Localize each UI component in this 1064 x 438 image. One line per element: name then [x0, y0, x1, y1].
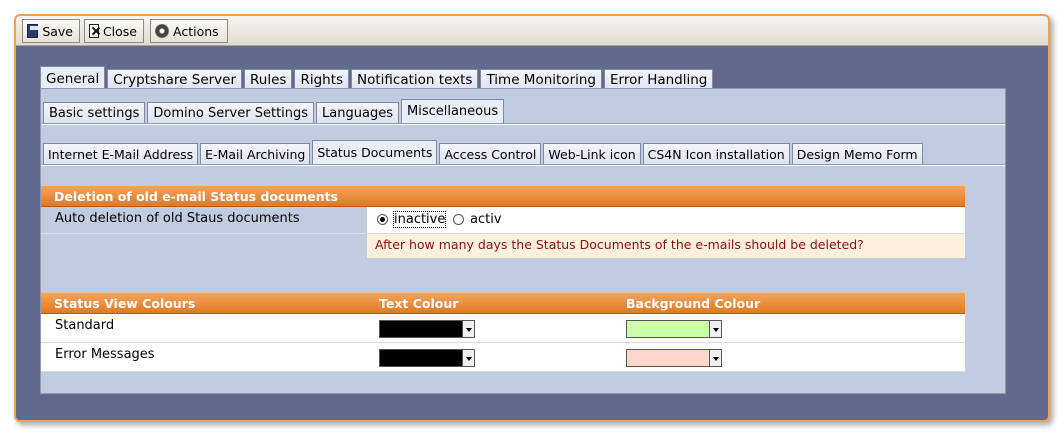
misc-tab-divider	[41, 164, 1005, 166]
deletion-info-text: After how many days the Status Documents…	[367, 234, 965, 258]
radio-activ-label: activ	[470, 212, 502, 227]
bg-colour-select-standard[interactable]	[626, 320, 722, 338]
toolbar: Save Close Actions	[16, 16, 1048, 46]
colour-row-label: Standard	[55, 318, 115, 333]
tab-time-monitoring[interactable]: Time Monitoring	[480, 69, 602, 90]
save-icon	[27, 24, 39, 38]
colour-swatch	[380, 350, 462, 366]
colours-section: Status View Colours Text Colour Backgrou…	[41, 292, 965, 372]
general-panel: Basic settings Domino Server Settings La…	[40, 88, 1006, 394]
misc-tabs: Internet E-Mail Address E-Mail Archiving…	[43, 140, 925, 164]
tab-access-control[interactable]: Access Control	[439, 143, 542, 164]
actions-label: Actions	[173, 23, 219, 39]
radio-inactive-label: inactive	[392, 211, 447, 228]
deletion-info-row: After how many days the Status Documents…	[41, 234, 965, 258]
save-label: Save	[42, 23, 73, 39]
tab-general[interactable]: General	[40, 66, 106, 90]
save-button[interactable]: Save	[22, 19, 80, 43]
close-button[interactable]: Close	[84, 19, 144, 43]
colours-header-col2: Text Colour	[379, 296, 459, 311]
tab-basic-settings[interactable]: Basic settings	[43, 102, 146, 123]
tab-web-link-icon[interactable]: Web-Link icon	[543, 143, 641, 164]
tab-notification-texts[interactable]: Notification texts	[351, 69, 479, 90]
tab-miscellaneous[interactable]: Miscellaneous	[400, 99, 505, 123]
tab-error-handling[interactable]: Error Handling	[604, 69, 714, 90]
tab-languages[interactable]: Languages	[316, 102, 399, 123]
radio-inactive[interactable]: inactive	[377, 211, 447, 228]
close-icon	[89, 24, 99, 38]
tab-cs4n-icon-installation[interactable]: CS4N Icon installation	[642, 143, 790, 164]
chevron-down-icon[interactable]	[462, 321, 474, 337]
auto-deletion-label: Auto deletion of old Staus documents	[55, 211, 300, 226]
auto-deletion-row: Auto deletion of old Staus documents ina…	[41, 207, 965, 234]
sub-tabs: Basic settings Domino Server Settings La…	[43, 99, 506, 123]
colour-swatch	[627, 321, 709, 337]
subtab-divider	[41, 123, 1005, 125]
chevron-down-icon[interactable]	[709, 350, 721, 366]
gear-icon	[155, 24, 169, 38]
tab-internet-email-address[interactable]: Internet E-Mail Address	[43, 143, 199, 164]
actions-button[interactable]: Actions	[150, 19, 228, 43]
colour-row-standard: Standard	[41, 314, 965, 343]
colours-header: Status View Colours Text Colour Backgrou…	[41, 292, 965, 314]
text-colour-select-standard[interactable]	[379, 320, 475, 338]
tab-domino-server-settings[interactable]: Domino Server Settings	[147, 102, 315, 123]
main-tabs: General Cryptshare Server Rules Rights N…	[40, 66, 715, 90]
tab-design-memo-form[interactable]: Design Memo Form	[791, 143, 923, 164]
colour-row-label: Error Messages	[55, 347, 155, 362]
colours-header-col1: Status View Colours	[54, 296, 196, 311]
close-label: Close	[102, 23, 137, 39]
chevron-down-icon[interactable]	[462, 350, 474, 366]
colours-header-col3: Background Colour	[626, 296, 761, 311]
chevron-down-icon[interactable]	[709, 321, 721, 337]
colour-swatch	[380, 321, 462, 337]
radio-activ[interactable]: activ	[453, 212, 502, 227]
text-colour-select-error[interactable]	[379, 349, 475, 367]
tab-rights[interactable]: Rights	[294, 69, 350, 90]
auto-deletion-options: inactive activ	[367, 207, 965, 233]
tab-status-documents[interactable]: Status Documents	[312, 140, 438, 164]
app-window: Save Close Actions General Cryptshare Se…	[14, 14, 1050, 422]
deletion-header-title: Deletion of old e-mail Status documents	[54, 189, 339, 204]
deletion-header: Deletion of old e-mail Status documents	[41, 185, 965, 207]
tab-email-archiving[interactable]: E-Mail Archiving	[200, 143, 311, 164]
colour-row-error-messages: Error Messages	[41, 343, 965, 372]
bg-colour-select-error[interactable]	[626, 349, 722, 367]
colour-swatch	[627, 350, 709, 366]
deletion-section: Deletion of old e-mail Status documents …	[41, 185, 965, 258]
radio-activ-dot[interactable]	[453, 214, 464, 225]
tab-rules[interactable]: Rules	[244, 69, 293, 90]
tab-cryptshare-server[interactable]: Cryptshare Server	[107, 69, 243, 90]
radio-inactive-dot[interactable]	[377, 214, 388, 225]
